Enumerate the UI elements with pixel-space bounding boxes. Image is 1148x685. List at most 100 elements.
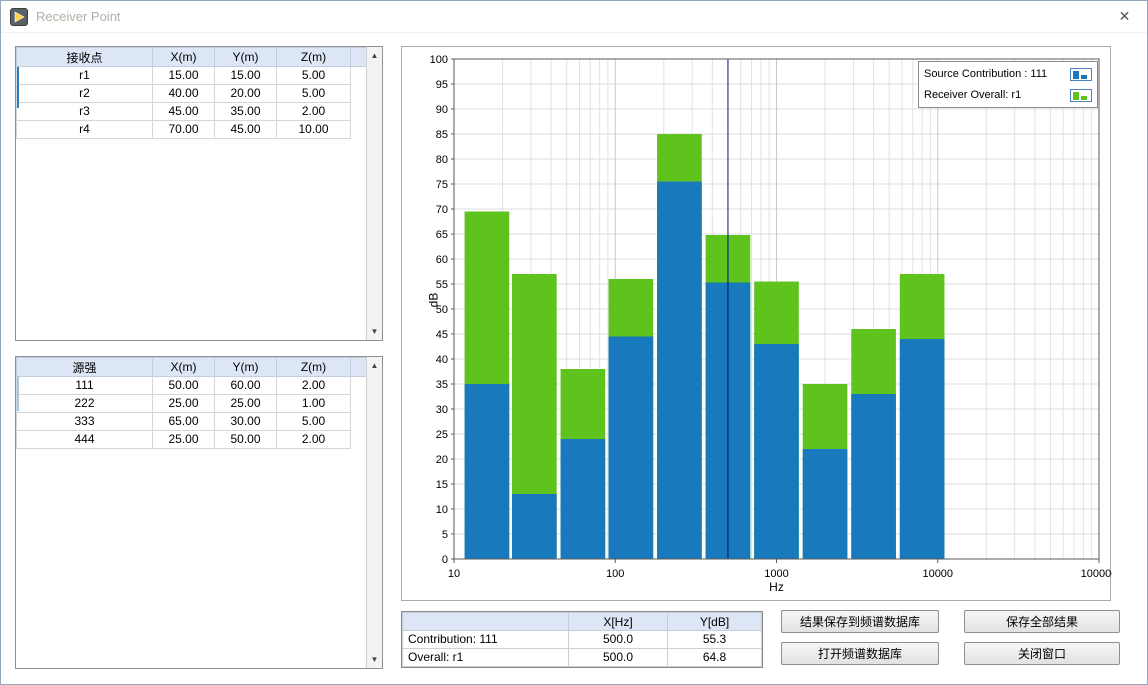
readout-y-value[interactable]: 55.3 [668, 631, 762, 649]
save-to-spectrum-db-button[interactable]: 结果保存到频谱数据库 [781, 610, 939, 633]
table-cell[interactable]: 15.00 [215, 67, 277, 85]
table-cell[interactable]: 40.00 [153, 85, 215, 103]
svg-text:65: 65 [436, 229, 448, 241]
header-row: 源强X(m)Y(m)Z(m) [17, 358, 368, 377]
scroll-up-icon[interactable]: ▲ [367, 48, 382, 63]
table-cell[interactable]: 20.00 [215, 85, 277, 103]
table-cell[interactable]: 1.00 [277, 395, 351, 413]
table-row: r240.0020.005.00 [17, 85, 368, 103]
table-cell[interactable]: 30.00 [215, 413, 277, 431]
header-row: X[Hz] Y[dB] [403, 613, 762, 631]
table-cell[interactable]: 25.00 [215, 395, 277, 413]
svg-text:100: 100 [430, 54, 448, 66]
svg-text:60: 60 [436, 254, 448, 266]
bar-plot-icon [1070, 89, 1092, 102]
svg-text:90: 90 [436, 104, 448, 116]
table-cell[interactable]: 5.00 [277, 413, 351, 431]
table-row: 22225.0025.001.00 [17, 395, 368, 413]
table-cell[interactable]: 65.00 [153, 413, 215, 431]
bar-contribution [465, 384, 510, 559]
svg-text:55: 55 [436, 279, 448, 291]
save-all-results-button[interactable]: 保存全部结果 [964, 610, 1120, 633]
title-bar: Receiver Point ✕ [1, 1, 1147, 33]
svg-text:25: 25 [436, 429, 448, 441]
table-cell[interactable]: 5.00 [277, 85, 351, 103]
source-table-scrollbar[interactable]: ▲ ▼ [366, 357, 382, 668]
svg-text:30: 30 [436, 404, 448, 416]
table-cell[interactable]: r3 [17, 103, 153, 121]
readout-header-blank [403, 613, 569, 631]
header-row: 接收点X(m)Y(m)Z(m) [17, 48, 368, 67]
open-spectrum-db-button[interactable]: 打开频谱数据库 [781, 642, 939, 665]
close-window-button[interactable]: 关闭窗口 [964, 642, 1120, 665]
table-cell[interactable]: 2.00 [277, 377, 351, 395]
table-cell[interactable]: 15.00 [153, 67, 215, 85]
column-header: X(m) [153, 48, 215, 67]
cursor-readout-table: X[Hz] Y[dB] Contribution: 111 500.0 55.3… [401, 611, 763, 668]
table-cell[interactable]: 25.00 [153, 395, 215, 413]
y-axis-label: dB [426, 293, 440, 308]
selection-indicator [17, 67, 19, 108]
receiver-point-window: Receiver Point ✕ 接收点X(m)Y(m)Z(m)r115.001… [0, 0, 1148, 685]
legend-label-contribution: Source Contribution : 111 [924, 68, 1047, 80]
row-filler [351, 413, 368, 431]
table-cell[interactable]: 50.00 [215, 431, 277, 449]
svg-text:5: 5 [442, 529, 448, 541]
svg-text:10: 10 [436, 504, 448, 516]
table-cell[interactable]: 25.00 [153, 431, 215, 449]
column-header: X(m) [153, 358, 215, 377]
readout-y-value[interactable]: 64.8 [668, 649, 762, 667]
scroll-up-icon[interactable]: ▲ [367, 358, 382, 373]
selection-indicator [17, 377, 19, 411]
column-header: Z(m) [277, 48, 351, 67]
svg-text:35: 35 [436, 379, 448, 391]
table-cell[interactable]: r4 [17, 121, 153, 139]
table-cell[interactable]: 50.00 [153, 377, 215, 395]
row-filler [351, 103, 368, 121]
column-header-filler [351, 358, 368, 377]
table-cell[interactable]: r2 [17, 85, 153, 103]
table-row: r470.0045.0010.00 [17, 121, 368, 139]
table-cell[interactable]: 111 [17, 377, 153, 395]
bar-contribution [657, 182, 702, 560]
table-cell[interactable]: 333 [17, 413, 153, 431]
svg-text:40: 40 [436, 354, 448, 366]
table-cell[interactable]: 222 [17, 395, 153, 413]
readout-header-x: X[Hz] [569, 613, 668, 631]
table-cell[interactable]: 444 [17, 431, 153, 449]
scroll-down-icon[interactable]: ▼ [367, 652, 382, 667]
svg-text:45: 45 [436, 329, 448, 341]
bar-contribution [803, 449, 848, 559]
svg-text:75: 75 [436, 179, 448, 191]
legend-item-contribution[interactable]: Source Contribution : 111 [924, 65, 1092, 83]
table-cell[interactable]: 70.00 [153, 121, 215, 139]
receiver-point-table: 接收点X(m)Y(m)Z(m)r115.0015.005.00r240.0020… [15, 46, 383, 341]
table-cell[interactable]: 5.00 [277, 67, 351, 85]
readout-x-value[interactable]: 500.0 [569, 631, 668, 649]
table-row: r345.0035.002.00 [17, 103, 368, 121]
column-header-filler [351, 48, 368, 67]
table-cell[interactable]: 35.00 [215, 103, 277, 121]
table-row: 33365.0030.005.00 [17, 413, 368, 431]
table-cell[interactable]: 45.00 [153, 103, 215, 121]
table-cell[interactable]: 2.00 [277, 103, 351, 121]
bar-contribution [900, 339, 945, 559]
table-row: 11150.0060.002.00 [17, 377, 368, 395]
column-header: Y(m) [215, 48, 277, 67]
row-filler [351, 67, 368, 85]
readout-x-value[interactable]: 500.0 [569, 649, 668, 667]
scroll-down-icon[interactable]: ▼ [367, 324, 382, 339]
spectrum-bar-chart[interactable]: 0510152025303540455055606570758085909510… [402, 47, 1112, 602]
bar-contribution [512, 494, 557, 559]
table-cell[interactable]: r1 [17, 67, 153, 85]
row-filler [351, 377, 368, 395]
table-cell[interactable]: 45.00 [215, 121, 277, 139]
table-cell[interactable]: 10.00 [277, 121, 351, 139]
table-cell[interactable]: 60.00 [215, 377, 277, 395]
legend-item-overall[interactable]: Receiver Overall: r1 [924, 86, 1092, 104]
column-header: Y(m) [215, 358, 277, 377]
close-icon[interactable]: ✕ [1102, 1, 1147, 32]
table-cell[interactable]: 2.00 [277, 431, 351, 449]
receiver-table-scrollbar[interactable]: ▲ ▼ [366, 47, 382, 340]
row-filler [351, 431, 368, 449]
